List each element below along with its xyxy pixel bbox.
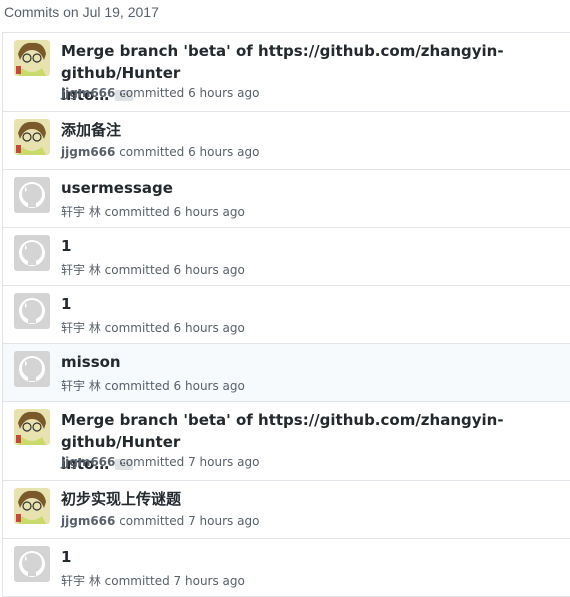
commit-item: 1 轩宇 林 committed 6 hours ago xyxy=(2,286,570,344)
commit-verb: committed xyxy=(119,86,185,100)
github-octocat-avatar[interactable] xyxy=(14,293,50,329)
commit-time: 7 hours ago xyxy=(188,514,260,528)
commit-message-link[interactable]: 1 xyxy=(61,237,71,255)
github-octocat-avatar[interactable] xyxy=(14,235,50,271)
commit-item: 1 轩宇 林 committed 7 hours ago xyxy=(2,539,570,597)
commit-time: 6 hours ago xyxy=(173,205,245,219)
commit-verb: committed xyxy=(119,145,185,159)
commit-meta: 轩宇 林 committed 6 hours ago xyxy=(61,377,245,394)
commit-message-link[interactable]: Merge branch 'beta' of https://github.co… xyxy=(61,42,504,82)
commit-item: usermessage 轩宇 林 committed 6 hours ago xyxy=(2,170,570,228)
commit-meta: 轩宇 林 committed 6 hours ago xyxy=(61,261,245,278)
commit-title: misson xyxy=(61,351,570,373)
author-link[interactable]: jjgm666 xyxy=(61,145,115,159)
commit-meta: jjgm666 committed 7 hours ago xyxy=(61,514,259,528)
commit-time: 7 hours ago xyxy=(188,455,260,469)
author-link[interactable]: jjgm666 xyxy=(61,455,115,469)
commit-time: 6 hours ago xyxy=(173,321,245,335)
commit-meta: 轩宇 林 committed 6 hours ago xyxy=(61,319,245,336)
anime-avatar[interactable] xyxy=(14,488,50,524)
commit-meta: jjgm666 committed 6 hours ago xyxy=(61,145,259,159)
author-name: 轩宇 林 xyxy=(61,263,101,277)
commit-meta: jjgm666 committed 6 hours ago xyxy=(61,86,259,100)
commit-time: 6 hours ago xyxy=(173,263,245,277)
commit-item: 添加备注 jjgm666 committed 6 hours ago xyxy=(2,112,570,170)
commit-title: usermessage xyxy=(61,177,570,199)
commit-message-link[interactable]: 初步实现上传谜题 xyxy=(61,490,181,508)
author-name: 轩宇 林 xyxy=(61,379,101,393)
commit-title: 添加备注 xyxy=(61,119,570,141)
commit-verb: committed xyxy=(104,379,170,393)
commit-title: 1 xyxy=(61,546,570,568)
commit-item: Merge branch 'beta' of https://github.co… xyxy=(2,402,570,481)
author-name: 轩宇 林 xyxy=(61,574,101,588)
commits-date-header: Commits on Jul 19, 2017 xyxy=(4,4,159,20)
commit-meta: 轩宇 林 committed 7 hours ago xyxy=(61,572,245,589)
commit-message-link[interactable]: Merge branch 'beta' of https://github.co… xyxy=(61,411,504,451)
author-link[interactable]: jjgm666 xyxy=(61,86,115,100)
commit-verb: committed xyxy=(104,205,170,219)
commit-item: misson 轩宇 林 committed 6 hours ago xyxy=(2,344,570,402)
anime-avatar[interactable] xyxy=(14,119,50,155)
commit-time: 7 hours ago xyxy=(173,574,245,588)
commit-verb: committed xyxy=(104,321,170,335)
commit-verb: committed xyxy=(119,514,185,528)
author-link[interactable]: jjgm666 xyxy=(61,514,115,528)
github-octocat-avatar[interactable] xyxy=(14,546,50,582)
commit-message-link[interactable]: 添加备注 xyxy=(61,121,121,139)
commit-time: 6 hours ago xyxy=(188,145,260,159)
anime-avatar[interactable] xyxy=(14,409,50,445)
commit-message-link[interactable]: 1 xyxy=(61,548,71,566)
anime-avatar[interactable] xyxy=(14,40,50,76)
commit-item: 1 轩宇 林 committed 6 hours ago xyxy=(2,228,570,286)
commit-time: 6 hours ago xyxy=(188,86,260,100)
github-octocat-avatar[interactable] xyxy=(14,351,50,387)
commit-item: Merge branch 'beta' of https://github.co… xyxy=(2,33,570,112)
commit-title: 初步实现上传谜题 xyxy=(61,488,570,510)
commit-time: 6 hours ago xyxy=(173,379,245,393)
commit-verb: committed xyxy=(104,574,170,588)
commit-message-link[interactable]: 1 xyxy=(61,295,71,313)
commit-title: 1 xyxy=(61,293,570,315)
commit-verb: committed xyxy=(119,455,185,469)
commit-meta: 轩宇 林 committed 6 hours ago xyxy=(61,203,245,220)
author-name: 轩宇 林 xyxy=(61,321,101,335)
commit-title: 1 xyxy=(61,235,570,257)
commit-list: Merge branch 'beta' of https://github.co… xyxy=(2,32,570,597)
commit-item: 初步实现上传谜题 jjgm666 committed 7 hours ago xyxy=(2,481,570,539)
author-name: 轩宇 林 xyxy=(61,205,101,219)
commit-meta: jjgm666 committed 7 hours ago xyxy=(61,455,259,469)
commit-message-link[interactable]: misson xyxy=(61,353,121,371)
commit-message-link[interactable]: usermessage xyxy=(61,179,173,197)
github-octocat-avatar[interactable] xyxy=(14,177,50,213)
commit-verb: committed xyxy=(104,263,170,277)
